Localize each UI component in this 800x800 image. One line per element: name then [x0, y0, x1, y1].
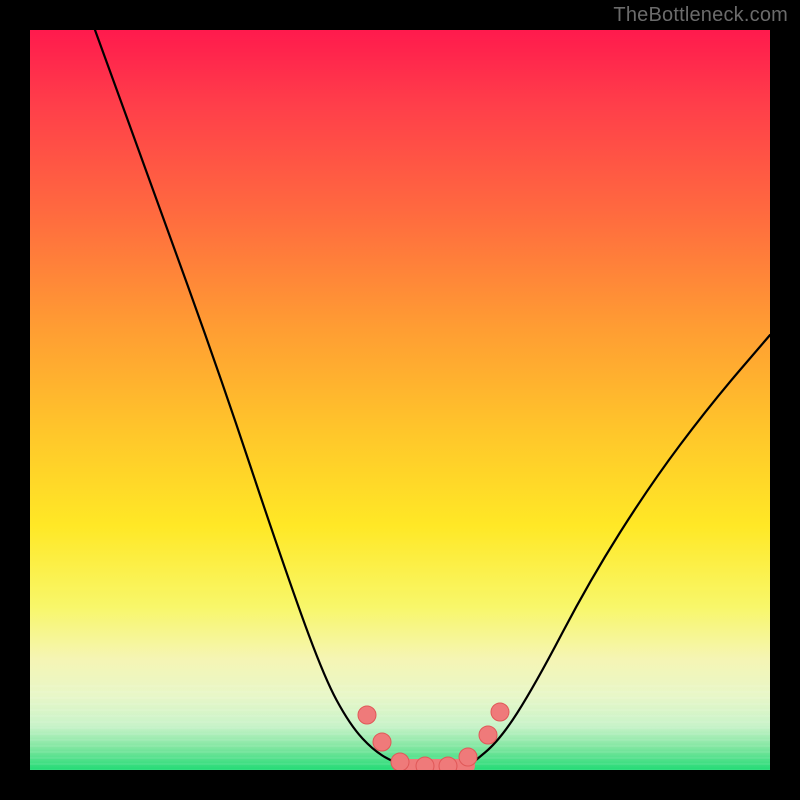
curve-paths	[95, 30, 770, 766]
chart-frame: TheBottleneck.com	[0, 0, 800, 800]
valley-marker	[416, 757, 434, 770]
valley-marker	[391, 753, 409, 770]
valley-marker	[373, 733, 391, 751]
curve-layer	[30, 30, 770, 770]
curve-right-arm	[470, 335, 770, 765]
plot-area	[30, 30, 770, 770]
valley-marker	[491, 703, 509, 721]
valley-marker	[479, 726, 497, 744]
valley-marker	[358, 706, 376, 724]
curve-left-arm	[95, 30, 400, 765]
valley-marker	[439, 757, 457, 770]
watermark-label: TheBottleneck.com	[613, 4, 788, 27]
valley-marker	[459, 748, 477, 766]
